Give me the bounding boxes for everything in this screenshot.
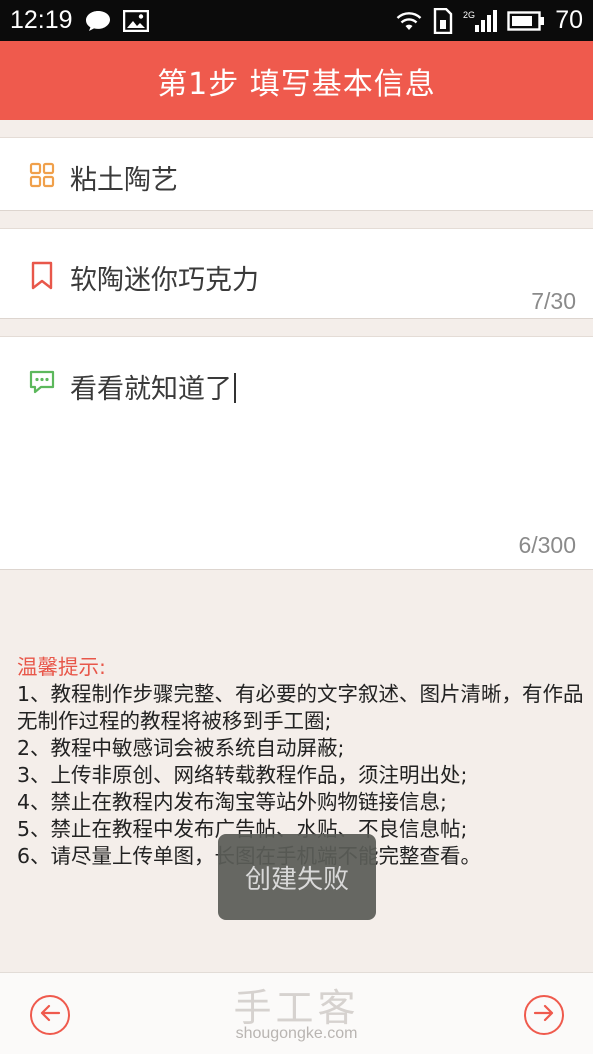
svg-text:2G: 2G xyxy=(463,10,475,20)
status-bar: 12:19 2G 70 xyxy=(0,0,593,41)
message-notification-icon xyxy=(85,10,111,32)
brand-domain: shougongke.com xyxy=(235,1025,358,1042)
tip-item: 4、禁止在教程内发布淘宝等站外购物链接信息; xyxy=(17,790,447,814)
description-input[interactable]: 看看就知道了 xyxy=(70,367,236,406)
title-bar: 第1步 填写基本信息 xyxy=(0,41,593,120)
bottom-nav-bar: 手工客 shougongke.com xyxy=(0,972,593,1054)
status-time: 12:19 xyxy=(10,6,73,34)
bookmark-icon xyxy=(29,261,55,290)
description-text: 看看就知道了 xyxy=(70,374,232,405)
text-cursor xyxy=(234,373,236,403)
comment-icon xyxy=(29,369,55,395)
image-notification-icon xyxy=(122,9,149,32)
tutorial-title-field[interactable]: 软陶迷你巧克力 7/30 xyxy=(0,228,593,319)
wifi-icon xyxy=(395,10,423,32)
category-value: 粘土陶艺 xyxy=(70,165,178,196)
error-toast: 创建失败 xyxy=(218,834,376,920)
tip-item: 3、上传非原创、网络转载教程作品，须注明出处; xyxy=(17,763,468,787)
toast-message: 创建失败 xyxy=(244,864,349,895)
sim-card-icon xyxy=(433,7,453,34)
category-field[interactable]: 粘土陶艺 xyxy=(0,137,593,211)
next-button[interactable] xyxy=(524,995,564,1035)
description-field[interactable]: 看看就知道了 6/300 xyxy=(0,336,593,570)
battery-icon xyxy=(507,10,545,31)
description-char-counter: 6/300 xyxy=(518,532,576,558)
title-char-counter: 7/30 xyxy=(531,288,576,314)
tip-item: 2、教程中敏感词会被系统自动屏蔽; xyxy=(17,736,345,760)
page-title: 第1步 填写基本信息 xyxy=(157,66,436,102)
tip-item: 1、教程制作步骤完整、有必要的文字叙述、图片清晰，有作品无制作过程的教程将被移到… xyxy=(17,682,584,733)
brand-logo-text: 手工客 xyxy=(233,986,360,1030)
tips-title: 温馨提示: xyxy=(17,655,106,679)
grid-icon xyxy=(29,162,55,188)
tutorial-title-input[interactable]: 软陶迷你巧克力 xyxy=(70,258,259,297)
signal-strength-icon: 2G xyxy=(463,9,498,33)
battery-level: 70 xyxy=(555,6,583,34)
arrow-right-icon xyxy=(533,1004,555,1026)
